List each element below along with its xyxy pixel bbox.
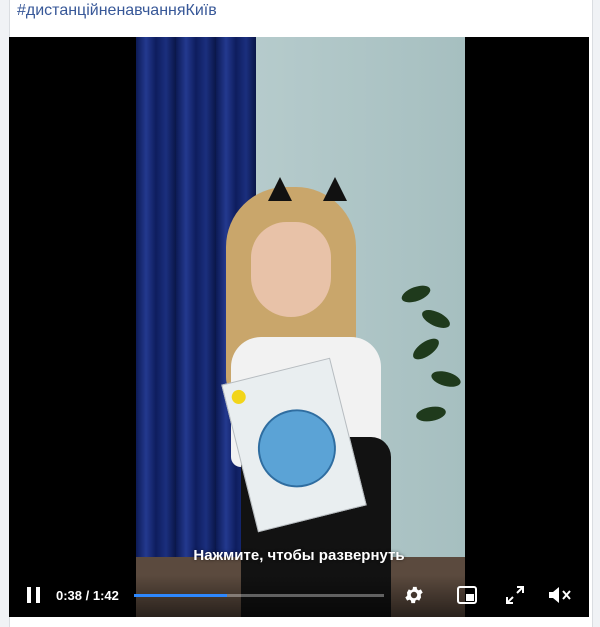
video-frame [136, 37, 465, 617]
gear-icon[interactable] [403, 584, 425, 606]
pause-icon[interactable] [27, 587, 41, 603]
volume-muted-icon[interactable] [547, 585, 573, 605]
child-face [251, 222, 331, 317]
progress-bar[interactable] [134, 594, 384, 597]
expand-icon[interactable] [505, 585, 525, 605]
video-player[interactable]: Нажмите, чтобы развернуть 0:38 / 1:42 [9, 37, 589, 617]
expand-hint[interactable]: Нажмите, чтобы развернуть [9, 547, 589, 564]
picture-in-picture-icon[interactable] [457, 586, 477, 604]
hashtag-link[interactable]: #дистанційненавчанняКиїв [17, 1, 217, 21]
time-total: 1:42 [92, 588, 119, 603]
progress-played [134, 594, 227, 597]
time-current: 0:38 [56, 588, 83, 603]
time-display: 0:38 / 1:42 [56, 588, 119, 603]
video-controls: 0:38 / 1:42 [9, 575, 589, 617]
